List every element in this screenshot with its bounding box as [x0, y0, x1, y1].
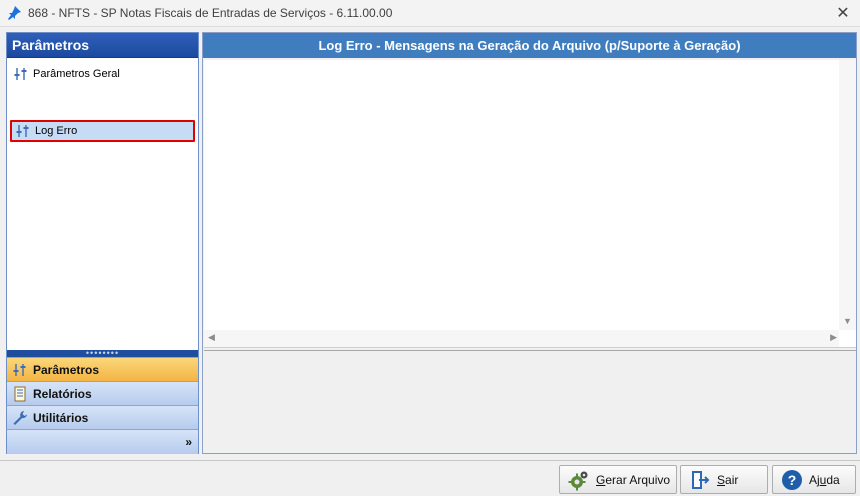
sliders-icon [13, 363, 26, 376]
tree-item-label: Log Erro [35, 125, 78, 137]
tree-item-log-erro[interactable]: Log Erro [10, 120, 195, 142]
panel-title: Log Erro - Mensagens na Geração do Arqui… [203, 33, 856, 58]
lower-empty-area [204, 350, 856, 453]
close-icon[interactable]: ✕ [832, 3, 854, 23]
nav-overflow-button[interactable]: » [7, 429, 198, 454]
svg-text:?: ? [788, 472, 797, 488]
help-question-icon: ? [782, 469, 802, 490]
navigation-pane: Parâmetros Parâmetros Geral Log Erro •••… [6, 32, 199, 454]
generate-file-label: Gerar Arquivo [596, 472, 671, 487]
help-button[interactable]: ? Ajuda [772, 465, 856, 494]
main-window: Parâmetros Parâmetros Geral Log Erro •••… [0, 26, 860, 496]
nav-button-relatorios[interactable]: Relatórios [7, 381, 198, 405]
report-icon [14, 386, 26, 401]
exit-door-icon [692, 470, 710, 489]
exit-button[interactable]: Sair [680, 465, 768, 494]
title-bar: 868 - NFTS - SP Notas Fiscais de Entrada… [0, 0, 860, 26]
splitter-grip: •••••••• [85, 348, 120, 358]
nav-button-parametros[interactable]: Parâmetros [7, 357, 198, 381]
log-text-area[interactable]: ▼ ◀ ▶ [204, 60, 856, 348]
exit-label: Sair [717, 472, 739, 487]
generate-file-button[interactable]: Gerar Arquivo [559, 465, 677, 494]
window-title: 868 - NFTS - SP Notas Fiscais de Entrada… [28, 6, 393, 20]
gears-icon [568, 471, 588, 490]
scroll-left-icon[interactable]: ◀ [208, 332, 215, 343]
log-panel: Log Erro - Mensagens na Geração do Arqui… [202, 32, 857, 454]
parameters-tree: Parâmetros Geral Log Erro [7, 58, 198, 350]
pane-splitter[interactable]: •••••••• [7, 348, 198, 358]
tree-item-label: Parâmetros Geral [33, 68, 120, 80]
vertical-scrollbar[interactable]: ▼ [839, 60, 856, 330]
scroll-down-icon[interactable]: ▼ [843, 316, 852, 326]
nav-header: Parâmetros [7, 33, 198, 58]
nav-button-label: Utilitários [33, 410, 89, 425]
tree-item-parametros-geral[interactable]: Parâmetros Geral [10, 63, 195, 85]
sliders-icon [16, 125, 29, 137]
nav-button-label: Relatórios [33, 386, 92, 401]
action-bar: Gerar Arquivo Sair ? Ajuda [0, 460, 860, 496]
sliders-icon [14, 68, 27, 80]
horizontal-scrollbar[interactable]: ◀ ▶ [204, 330, 839, 347]
pin-icon [6, 5, 22, 21]
scroll-right-icon[interactable]: ▶ [830, 332, 837, 343]
nav-button-label: Parâmetros [33, 362, 100, 377]
wrench-icon [13, 410, 27, 425]
help-label: Ajuda [809, 472, 840, 487]
nav-button-utilitarios[interactable]: Utilitários [7, 405, 198, 429]
chevron-right-icon: » [185, 435, 192, 449]
